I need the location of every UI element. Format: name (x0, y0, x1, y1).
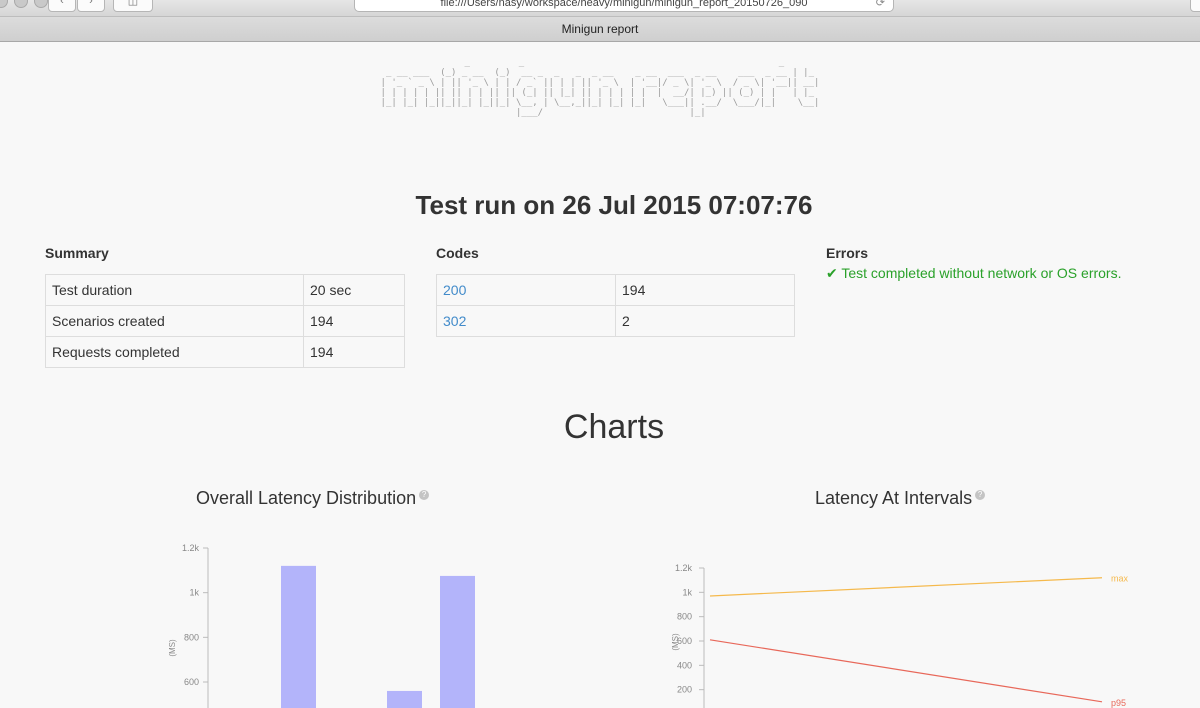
y-tick-label: 200 (677, 685, 692, 695)
series-line (709, 639, 1103, 703)
series-line (709, 577, 1103, 597)
y-tick-label: 1.2k (675, 563, 693, 573)
series-label: p95 (1111, 698, 1126, 708)
y-tick-label: 1k (682, 587, 692, 597)
y-axis-label: (MS) (671, 633, 680, 651)
y-tick-label: 800 (677, 612, 692, 622)
y-tick-label: 400 (677, 660, 692, 670)
series-label: max (1111, 574, 1129, 584)
latency-intervals-chart: 1.2k1k800600400200(MS)maxp95 (671, 563, 1129, 708)
